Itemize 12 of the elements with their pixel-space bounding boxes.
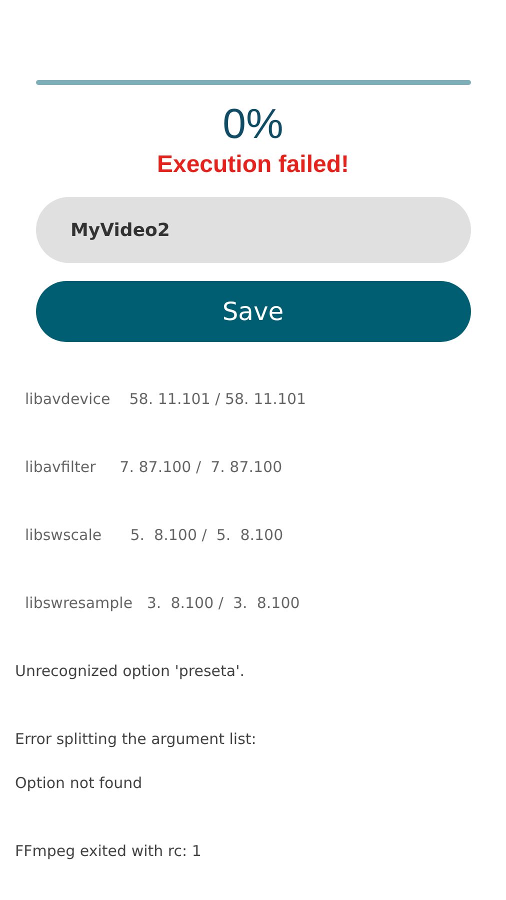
log-line: libavfilter 7. 87.100 / 7. 87.100 [25,457,284,478]
save-button[interactable]: Save [36,281,470,342]
status-message: Execution failed! [156,150,350,180]
log-line: libswresample 3. 8.100 / 3. 8.100 [25,593,301,614]
log-line: Option not found [15,773,144,794]
log-line: FFmpeg exited with rc: 1 [15,841,202,862]
progress-percent: 0% [222,99,284,149]
log-line: Unrecognized option 'preseta'. [15,661,246,682]
log-line: Error splitting the argument list: [15,729,258,750]
log-line: libavdevice 58. 11.101 / 58. 11.101 [25,389,308,410]
log-line: libswscale 5. 8.100 / 5. 8.100 [25,525,284,546]
name-field[interactable]: MyVideo2 [36,197,470,263]
